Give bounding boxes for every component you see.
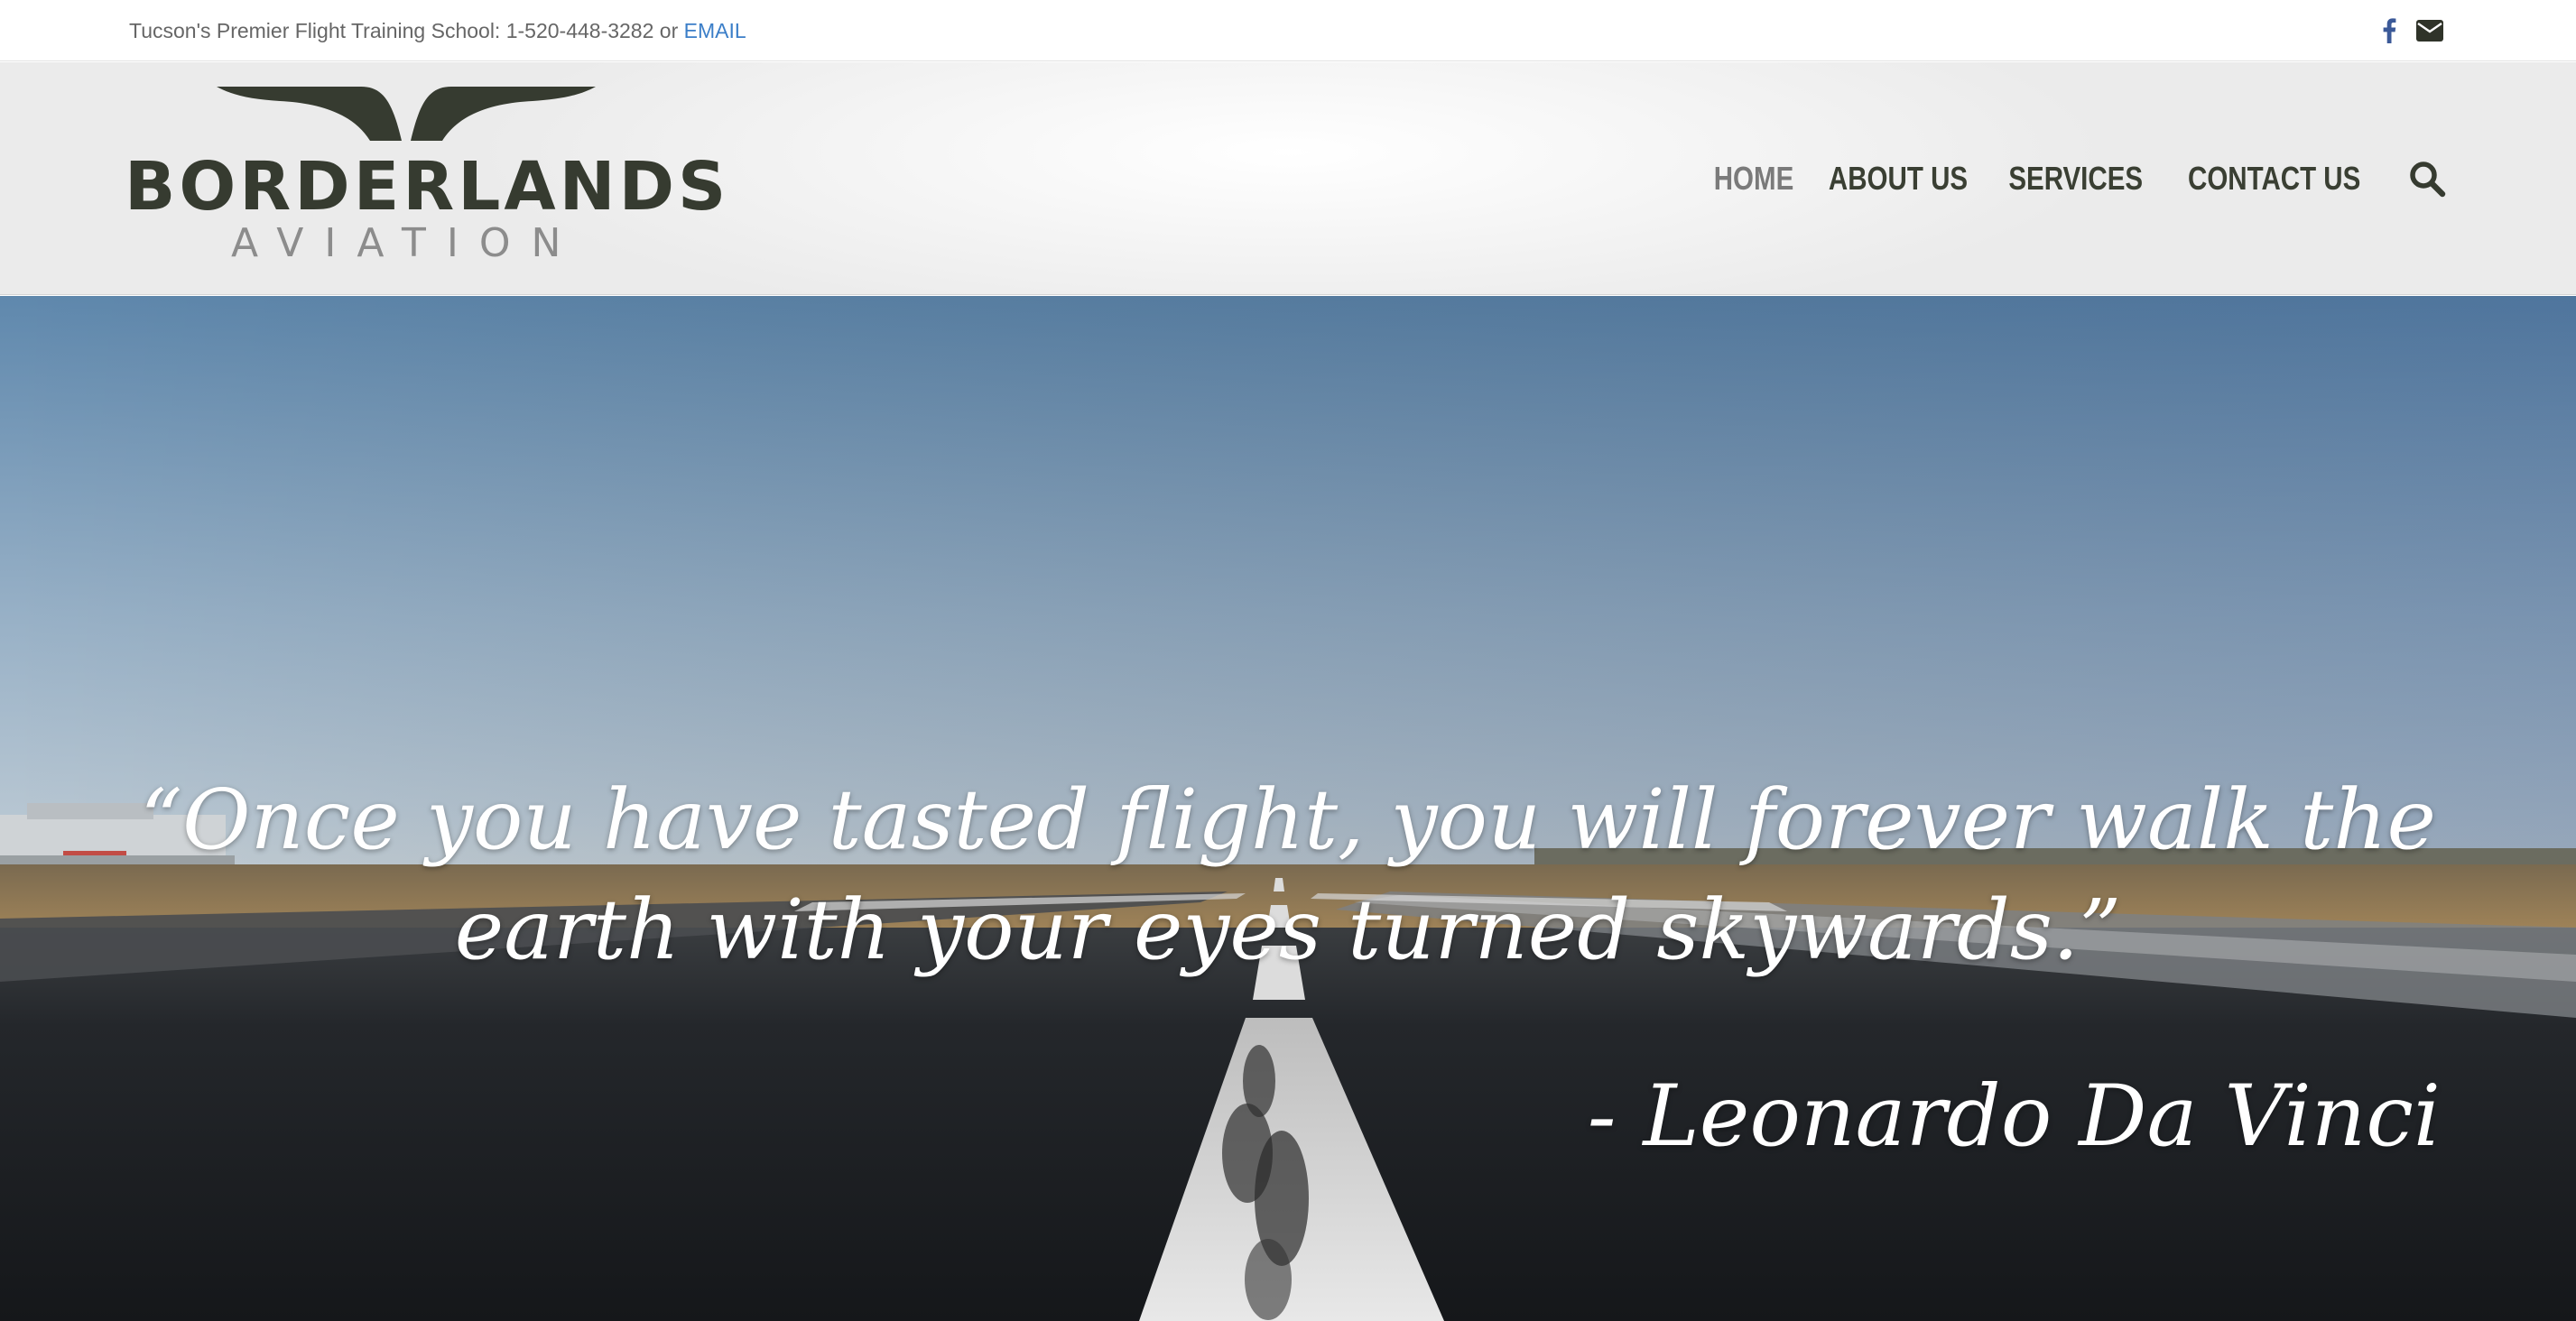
nav-services[interactable]: SERVICES [2009, 160, 2144, 198]
search-icon[interactable] [2408, 160, 2446, 198]
top-bar-info: Tucson's Premier Flight Training School:… [129, 0, 746, 61]
social-icons [2382, 0, 2443, 61]
email-link[interactable]: EMAIL [684, 19, 746, 42]
logo-wordmark: BORDERLANDS [125, 148, 730, 226]
facebook-icon[interactable] [2382, 18, 2396, 43]
top-bar: Tucson's Premier Flight Training School:… [0, 0, 2576, 61]
hero-section: “Once you have tasted flight, you will f… [0, 296, 2576, 1321]
nav-contact-us[interactable]: CONTACT US [2188, 160, 2360, 198]
nav-home[interactable]: HOME [1714, 160, 1794, 198]
wings-icon [217, 87, 596, 141]
main-nav: HOME ABOUT US SERVICES CONTACT US [1714, 62, 2446, 295]
hero-quote: “Once you have tasted flight, you will f… [140, 771, 2436, 978]
envelope-icon[interactable] [2416, 20, 2443, 42]
logo[interactable]: BORDERLANDS AVIATION [125, 85, 730, 274]
logo-subtitle: AVIATION [231, 220, 582, 266]
site-header: BORDERLANDS AVIATION HOME ABOUT US SERVI… [0, 62, 2576, 295]
hero-attribution: - Leonardo Da Vinci [1587, 1067, 2441, 1166]
top-bar-phone-text: Tucson's Premier Flight Training School:… [129, 19, 684, 42]
nav-about-us[interactable]: ABOUT US [1829, 160, 1968, 198]
